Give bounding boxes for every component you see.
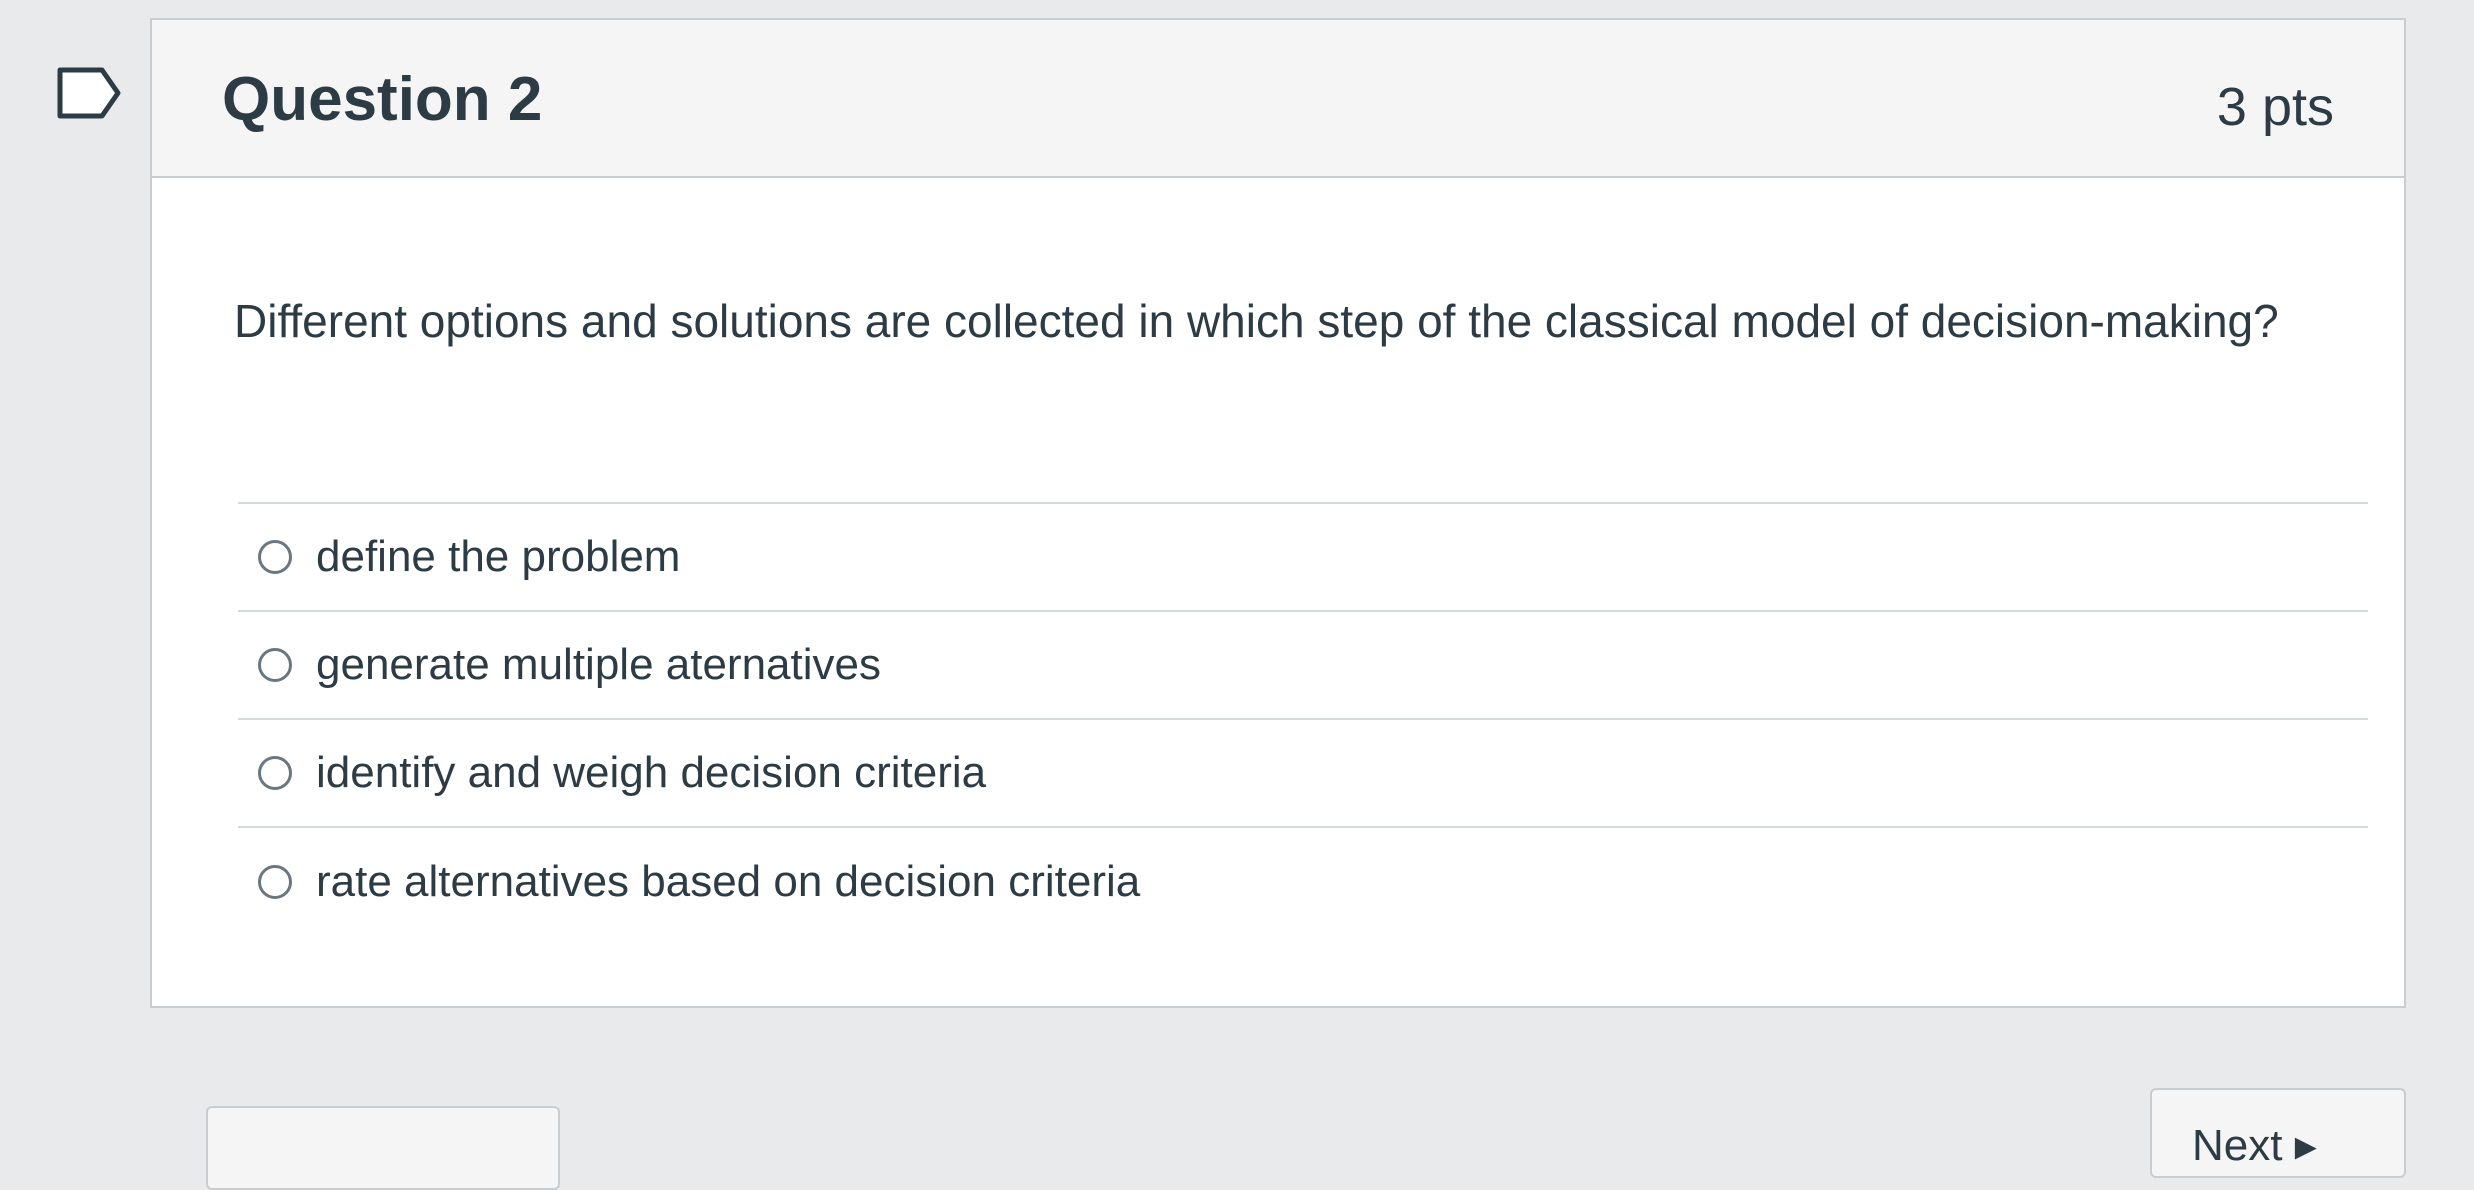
radio-unselected-icon[interactable] <box>258 540 292 574</box>
answer-option[interactable]: identify and weigh decision criteria <box>238 720 2368 828</box>
answer-option[interactable]: define the problem <box>238 504 2368 612</box>
radio-unselected-icon[interactable] <box>258 865 292 899</box>
answer-label: identify and weigh decision criteria <box>316 748 987 797</box>
question-card: Question 2 3 pts Different options and s… <box>150 18 2406 1008</box>
answer-option[interactable]: rate alternatives based on decision crit… <box>238 828 2368 936</box>
question-points: 3 pts <box>2216 77 2334 137</box>
flag-question-icon[interactable] <box>56 66 122 120</box>
question-title: Question 2 <box>222 65 543 134</box>
previous-button[interactable] <box>206 1106 560 1190</box>
answer-label: rate alternatives based on decision crit… <box>316 857 1141 906</box>
question-header: Question 2 3 pts <box>152 20 2404 178</box>
answer-label: define the problem <box>316 532 681 581</box>
answer-label: generate multiple aternatives <box>316 640 881 689</box>
question-text: Different options and solutions are coll… <box>234 295 2279 347</box>
radio-unselected-icon[interactable] <box>258 756 292 790</box>
answer-option[interactable]: generate multiple aternatives <box>238 612 2368 720</box>
answer-list: define the problem generate multiple ate… <box>238 502 2368 936</box>
radio-unselected-icon[interactable] <box>258 648 292 682</box>
next-button[interactable]: Next ▸ <box>2150 1088 2406 1178</box>
